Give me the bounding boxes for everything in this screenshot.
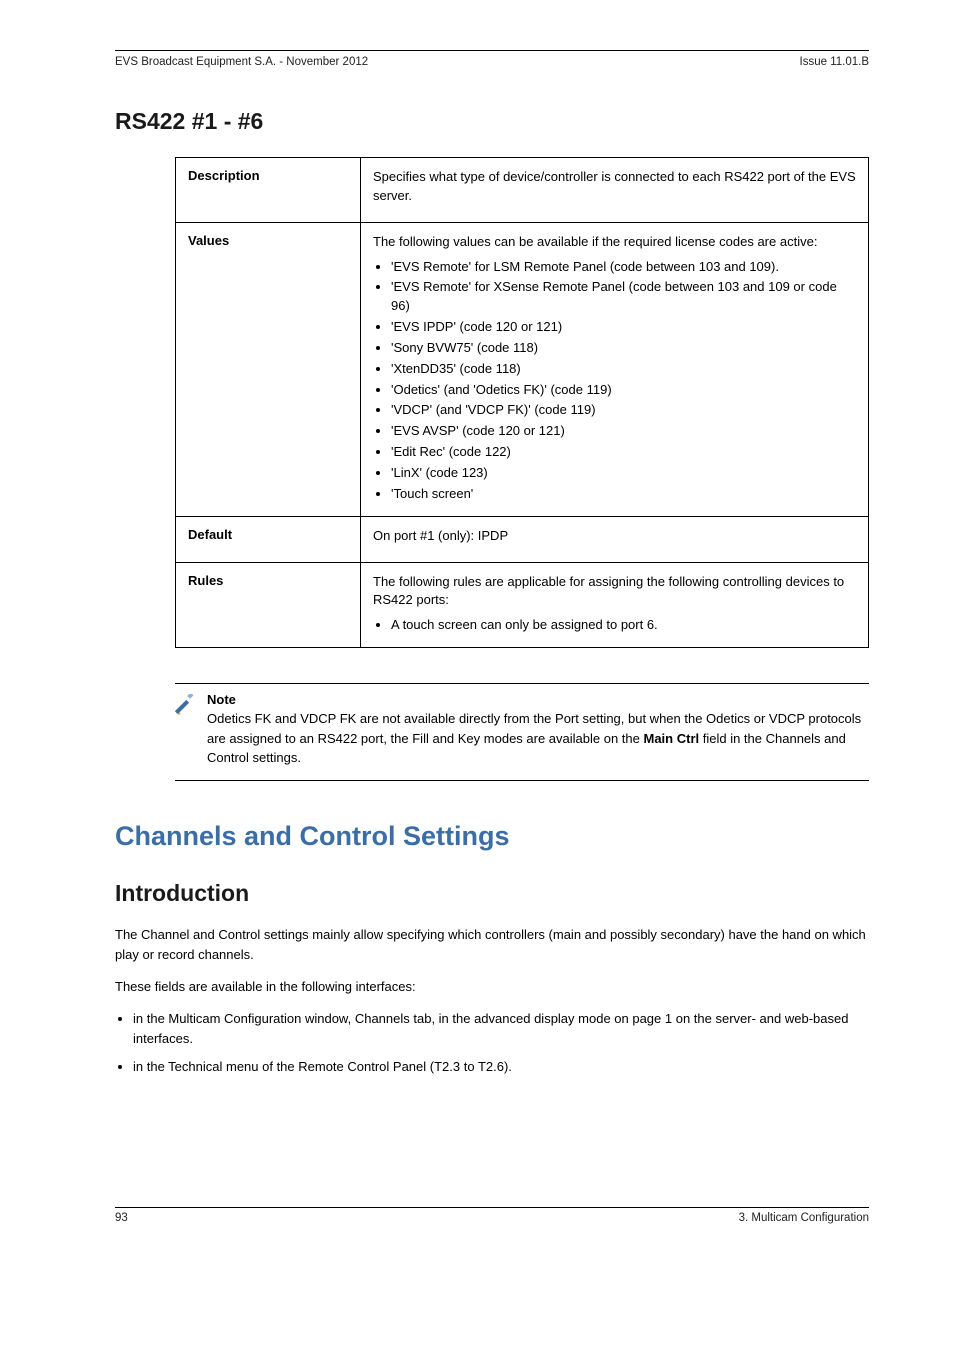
interfaces-list: in the Multicam Configuration window, Ch… bbox=[115, 1009, 869, 1077]
list-item: 'EVS IPDP' (code 120 or 121) bbox=[391, 318, 856, 337]
values-intro: The following values can be available if… bbox=[373, 233, 856, 252]
rules-list: A touch screen can only be assigned to p… bbox=[373, 616, 856, 635]
rs422-heading: RS422 #1 - #6 bbox=[115, 108, 869, 135]
list-item: in the Multicam Configuration window, Ch… bbox=[133, 1009, 869, 1049]
list-item: 'Touch screen' bbox=[391, 485, 856, 504]
description-text: Specifies what type of device/controller… bbox=[361, 158, 869, 223]
pencil-icon bbox=[175, 694, 199, 721]
default-label: Default bbox=[176, 516, 361, 562]
channels-heading: Channels and Control Settings bbox=[115, 821, 869, 852]
list-item: 'VDCP' (and 'VDCP FK)' (code 119) bbox=[391, 401, 856, 420]
introduction-heading: Introduction bbox=[115, 880, 869, 907]
list-item: 'EVS AVSP' (code 120 or 121) bbox=[391, 422, 856, 441]
footer-section: 3. Multicam Configuration bbox=[739, 1212, 869, 1224]
intro-paragraph-1: The Channel and Control settings mainly … bbox=[115, 925, 869, 965]
rules-label: Rules bbox=[176, 562, 361, 648]
page-footer: 93 3. Multicam Configuration bbox=[115, 1208, 869, 1224]
header-right: Issue 11.01.B bbox=[800, 56, 869, 68]
intro-paragraph-2: These fields are available in the follow… bbox=[115, 977, 869, 997]
rules-intro: The following rules are applicable for a… bbox=[373, 573, 856, 611]
list-item: 'EVS Remote' for LSM Remote Panel (code … bbox=[391, 258, 856, 277]
values-list: 'EVS Remote' for LSM Remote Panel (code … bbox=[373, 258, 856, 504]
list-item: 'Edit Rec' (code 122) bbox=[391, 443, 856, 462]
list-item: 'XtenDD35' (code 118) bbox=[391, 360, 856, 379]
footer-page-number: 93 bbox=[115, 1212, 128, 1224]
note-text: Odetics FK and VDCP FK are not available… bbox=[207, 709, 869, 768]
default-text: On port #1 (only): IPDP bbox=[361, 516, 869, 562]
list-item: A touch screen can only be assigned to p… bbox=[391, 616, 856, 635]
table-row: Default On port #1 (only): IPDP bbox=[176, 516, 869, 562]
list-item: 'Odetics' (and 'Odetics FK)' (code 119) bbox=[391, 381, 856, 400]
values-label: Values bbox=[176, 222, 361, 516]
note-label: Note bbox=[207, 692, 869, 707]
rules-cell: The following rules are applicable for a… bbox=[361, 562, 869, 648]
table-row: Description Specifies what type of devic… bbox=[176, 158, 869, 223]
values-cell: The following values can be available if… bbox=[361, 222, 869, 516]
list-item: 'LinX' (code 123) bbox=[391, 464, 856, 483]
rs422-table: Description Specifies what type of devic… bbox=[175, 157, 869, 648]
header-left: EVS Broadcast Equipment S.A. - November … bbox=[115, 56, 368, 68]
list-item: 'Sony BVW75' (code 118) bbox=[391, 339, 856, 358]
list-item: in the Technical menu of the Remote Cont… bbox=[133, 1057, 869, 1077]
table-row: Rules The following rules are applicable… bbox=[176, 562, 869, 648]
page-header: EVS Broadcast Equipment S.A. - November … bbox=[115, 56, 869, 68]
list-item: 'EVS Remote' for XSense Remote Panel (co… bbox=[391, 278, 856, 316]
note-box: Note Odetics FK and VDCP FK are not avai… bbox=[175, 683, 869, 781]
description-label: Description bbox=[176, 158, 361, 223]
table-row: Values The following values can be avail… bbox=[176, 222, 869, 516]
